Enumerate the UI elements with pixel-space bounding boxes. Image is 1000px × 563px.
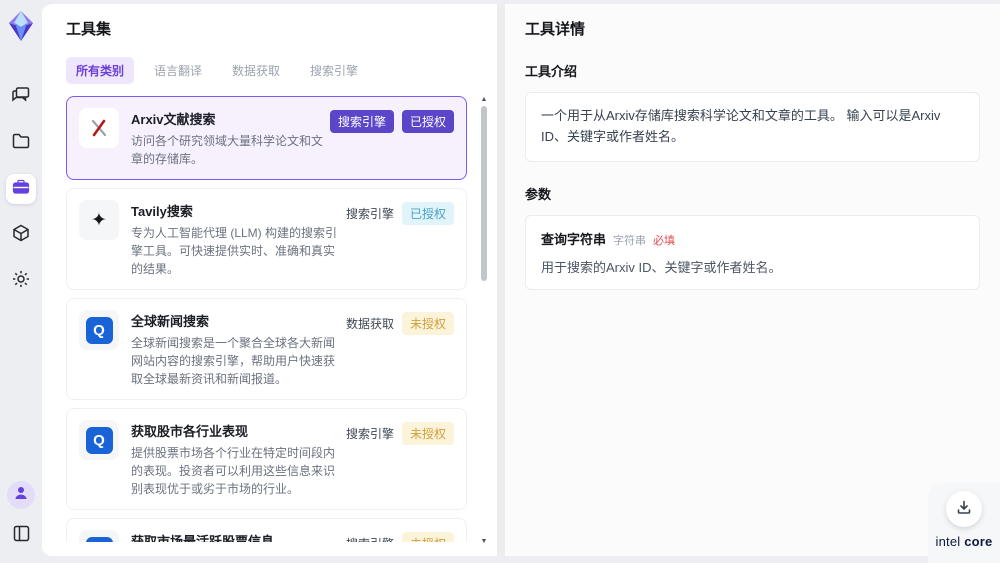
tool-list: Arxiv文献搜索 访问各个研究领域大量科学论文和文章的存储库。 搜索引擎 已授… [66,96,475,542]
tool-name: Tavily搜索 [131,204,193,219]
scrollbar-thumb[interactable] [481,106,487,281]
intel-core-logo: intel core [935,534,993,549]
tool-card-active-stocks[interactable]: Q 获取市场最活跃股票信息 提供当天交易量最高的股票列表，投资者可以利用这些信息… [66,518,467,542]
cube-icon [11,223,31,248]
auth-status-badge: 已授权 [401,202,454,225]
tool-detail-panel: 工具详情 工具介绍 一个用于从Arxiv存储库搜索科学论文和文章的工具。 输入可… [505,4,1000,556]
auth-status-badge: 已授权 [401,110,454,133]
category-badge: 搜索引擎 [329,110,394,133]
tool-card-tavily[interactable]: ✦ Tavily搜索 专为人工智能代理 (LLM) 构建的搜索引擎工具。可快速提… [66,188,467,290]
chat-icon [11,85,31,110]
scrollbar-track[interactable]: ▲ ▼ [479,96,489,546]
auth-status-badge: 未授权 [401,532,454,542]
tool-description: 全球新闻搜索是一个聚合全球各大新闻网站内容的搜索引擎，帮助用户快速获取全球最新资… [131,336,336,386]
content-area: 工具集 所有类别 语言翻译 数据获取 搜索引擎 Arxiv文献搜索 访问各个研究… [42,4,1000,556]
arxiv-icon [79,108,119,148]
panel-toggle-icon [12,524,31,548]
auth-status-badge: 未授权 [401,422,454,445]
scroll-down-arrow[interactable]: ▼ [479,538,489,546]
toolbox-icon [11,177,31,202]
auth-status-badge: 未授权 [401,312,454,335]
category-label: 搜索引擎 [345,207,394,221]
tools-panel: 工具集 所有类别 语言翻译 数据获取 搜索引擎 Arxiv文献搜索 访问各个研究… [42,4,497,556]
param-required-flag: 必填 [653,234,676,247]
user-avatar[interactable] [7,481,35,509]
news-q-icon: Q [79,420,119,460]
folder-icon [11,131,31,156]
tavily-star-icon: ✦ [79,200,119,240]
panel-divider [497,4,505,556]
tool-card-stock-sector[interactable]: Q 获取股市各行业表现 提供股票市场各个行业在特定时间段内的表现。投资者可以利用… [66,408,467,510]
news-q-icon: Q [79,530,119,542]
sidebar-item-files[interactable] [6,128,36,158]
page-title: 工具集 [66,21,112,38]
panel-toggle-button[interactable] [6,521,36,551]
category-tabs: 所有类别 语言翻译 数据获取 搜索引擎 [66,57,475,84]
sidebar-item-models[interactable] [6,220,36,250]
app-logo-icon [6,10,36,42]
param-name: 查询字符串 [541,231,607,247]
intro-box: 一个用于从Arxiv存储库搜索科学论文和文章的工具。 输入可以是Arxiv ID… [525,92,980,162]
tool-name: 全球新闻搜索 [131,314,210,329]
param-type: 字符串 [613,234,647,247]
download-button[interactable] [946,491,982,527]
param-box: 查询字符串 字符串 必填 用于搜索的Arxiv ID、关键字或作者姓名。 [525,214,980,290]
download-icon [956,499,972,520]
sidebar-rail [0,0,42,563]
params-heading: 参数 [525,186,552,202]
intro-heading: 工具介绍 [525,64,578,79]
tool-name: Arxiv文献搜索 [131,112,216,127]
gear-icon [11,269,31,294]
sidebar-item-tools[interactable] [6,174,36,204]
sidebar-item-settings[interactable] [6,266,36,296]
category-label: 搜索引擎 [345,427,394,441]
tool-card-arxiv[interactable]: Arxiv文献搜索 访问各个研究领域大量科学论文和文章的存储库。 搜索引擎 已授… [66,96,467,180]
news-q-icon: Q [79,310,119,350]
tool-card-global-news[interactable]: Q 全球新闻搜索 全球新闻搜索是一个聚合全球各大新闻网站内容的搜索引擎，帮助用户… [66,298,467,400]
category-label: 数据获取 [345,317,394,331]
tool-description: 访问各个研究领域大量科学论文和文章的存储库。 [131,134,324,166]
tab-language-translation[interactable]: 语言翻译 [144,57,212,84]
scroll-up-arrow[interactable]: ▲ [479,96,489,104]
tool-name: 获取市场最活跃股票信息 [131,534,275,542]
intro-text: 一个用于从Arxiv存储库搜索科学论文和文章的工具。 输入可以是Arxiv ID… [541,108,941,144]
tool-description: 提供股票市场各个行业在特定时间段内的表现。投资者可以利用这些信息来识别表现优于或… [131,446,336,496]
detail-title: 工具详情 [525,21,586,38]
user-icon [13,485,29,506]
category-label: 搜索引擎 [346,535,394,542]
param-description: 用于搜索的Arxiv ID、关键字或作者姓名。 [541,259,782,275]
tool-name: 获取股市各行业表现 [131,424,249,439]
tab-search-engine[interactable]: 搜索引擎 [300,57,368,84]
sidebar-item-chat[interactable] [6,82,36,112]
bottom-right-corner: intel core [928,483,1000,563]
tab-all-categories[interactable]: 所有类别 [66,57,135,84]
tool-description: 专为人工智能代理 (LLM) 构建的搜索引擎工具。可快速提供实时、准确和真实的结… [131,226,338,276]
tab-data-fetch[interactable]: 数据获取 [222,57,290,84]
